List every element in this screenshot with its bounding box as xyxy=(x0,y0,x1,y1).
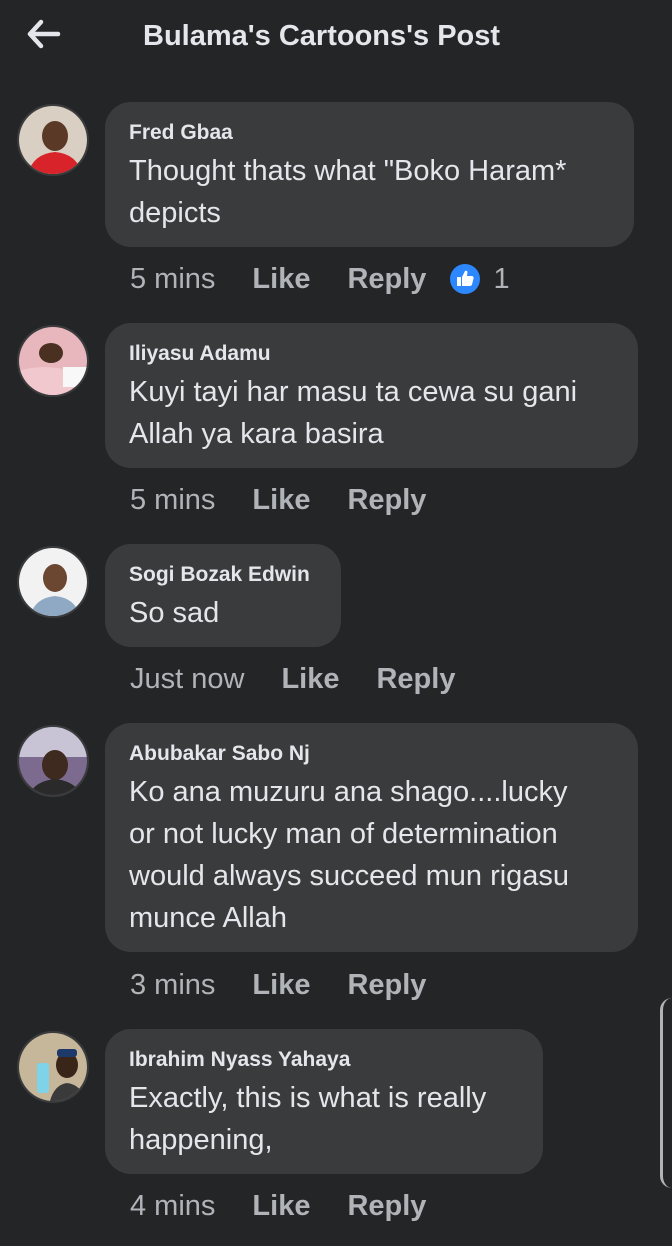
like-button[interactable]: Like xyxy=(281,663,339,696)
reply-button[interactable]: Reply xyxy=(376,663,455,696)
comment-time[interactable]: 3 mins xyxy=(130,969,215,1002)
comment-author[interactable]: Fred Gbaa xyxy=(129,120,610,146)
reply-button[interactable]: Reply xyxy=(347,484,426,517)
like-reaction-icon xyxy=(450,264,481,294)
reply-button[interactable]: Reply xyxy=(347,969,426,1002)
comment-time[interactable]: 4 mins xyxy=(130,1190,215,1223)
reply-button[interactable]: Reply xyxy=(347,263,426,296)
comment-bubble[interactable]: Abubakar Sabo Nj Ko ana muzuru ana shago… xyxy=(105,723,638,952)
comment-text: Ko ana muzuru ana shago....lucky or not … xyxy=(129,776,570,934)
like-button[interactable]: Like xyxy=(252,969,310,1002)
back-button[interactable] xyxy=(22,14,66,54)
comment-author[interactable]: Ibrahim Nyass Yahaya xyxy=(129,1047,519,1073)
comment-bubble[interactable]: Fred Gbaa Thought thats what "Boko Haram… xyxy=(105,102,634,247)
comment-text: Kuyi tayi har masu ta cewa su gani Allah… xyxy=(129,376,578,450)
comment-time[interactable]: 5 mins xyxy=(130,263,215,296)
comment-bubble[interactable]: Sogi Bozak Edwin So sad xyxy=(105,544,341,647)
comment-time[interactable]: 5 mins xyxy=(130,484,215,517)
comment-actions: 5 mins Like Reply 1 xyxy=(130,259,510,299)
avatar[interactable] xyxy=(17,546,89,618)
comment-text: Exactly, this is what is really happenin… xyxy=(129,1082,487,1156)
reaction-count: 1 xyxy=(493,262,510,295)
comment-text: Thought thats what "Boko Haram* depicts xyxy=(129,155,567,229)
avatar[interactable] xyxy=(17,725,89,797)
comment-text: So sad xyxy=(129,597,220,629)
like-button[interactable]: Like xyxy=(252,484,310,517)
comment-actions: 3 mins Like Reply xyxy=(130,965,426,1005)
comment-actions: 5 mins Like Reply xyxy=(130,480,426,520)
page-title: Bulama's Cartoons's Post xyxy=(143,20,501,52)
comment-bubble[interactable]: Ibrahim Nyass Yahaya Exactly, this is wh… xyxy=(105,1029,543,1174)
avatar[interactable] xyxy=(17,325,89,397)
comment-actions: 4 mins Like Reply xyxy=(130,1186,426,1226)
comment-author[interactable]: Iliyasu Adamu xyxy=(129,341,614,367)
header-bar: Bulama's Cartoons's Post xyxy=(0,0,672,78)
comment-author[interactable]: Sogi Bozak Edwin xyxy=(129,562,317,588)
like-button[interactable]: Like xyxy=(252,263,310,296)
like-button[interactable]: Like xyxy=(252,1190,310,1223)
avatar[interactable] xyxy=(17,104,89,176)
reply-button[interactable]: Reply xyxy=(347,1190,426,1223)
comment-bubble[interactable]: Iliyasu Adamu Kuyi tayi har masu ta cewa… xyxy=(105,323,638,468)
scrollbar[interactable] xyxy=(660,998,672,1188)
comment-author[interactable]: Abubakar Sabo Nj xyxy=(129,741,614,767)
comment-time[interactable]: Just now xyxy=(130,663,244,696)
back-arrow-icon xyxy=(27,19,61,49)
reaction-summary[interactable]: 1 xyxy=(449,262,510,296)
comment-actions: Just now Like Reply xyxy=(130,659,455,699)
avatar[interactable] xyxy=(17,1031,89,1103)
